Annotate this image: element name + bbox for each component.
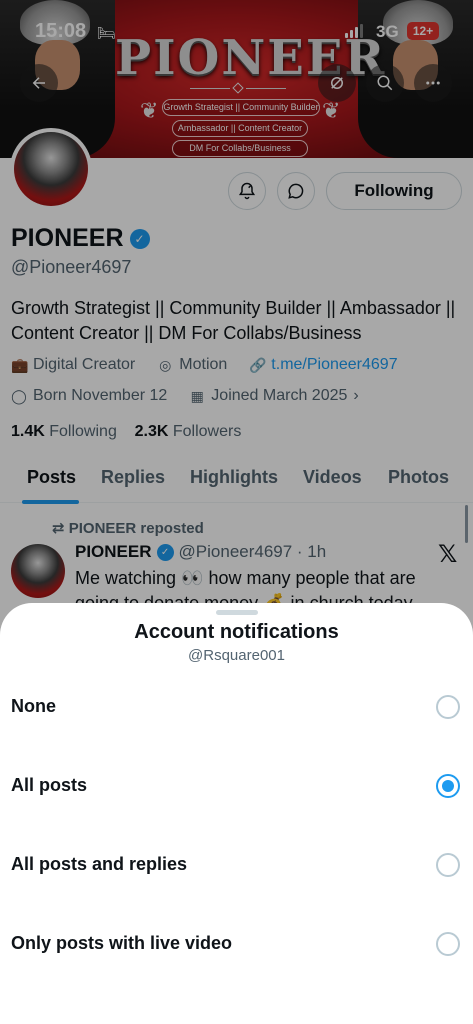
- option-live-video-only[interactable]: Only posts with live video: [0, 913, 473, 973]
- profile-page: PIONEER ❦ ❦ Growth Strategist || Communi…: [0, 0, 473, 1024]
- sheet-grabber[interactable]: [216, 610, 258, 615]
- option-all-posts[interactable]: All posts: [0, 755, 473, 815]
- radio-live-video-only[interactable]: [436, 932, 460, 956]
- sheet-subtitle: @Rsquare001: [188, 647, 285, 664]
- sheet-title: Account notifications: [134, 621, 339, 643]
- option-all-posts-and-replies[interactable]: All posts and replies: [0, 834, 473, 894]
- option-none[interactable]: None: [0, 676, 473, 736]
- radio-all-posts[interactable]: [436, 774, 460, 798]
- radio-none[interactable]: [436, 695, 460, 719]
- radio-all-posts-and-replies[interactable]: [436, 853, 460, 877]
- account-notifications-sheet: Account notifications @Rsquare001 None A…: [0, 603, 473, 1024]
